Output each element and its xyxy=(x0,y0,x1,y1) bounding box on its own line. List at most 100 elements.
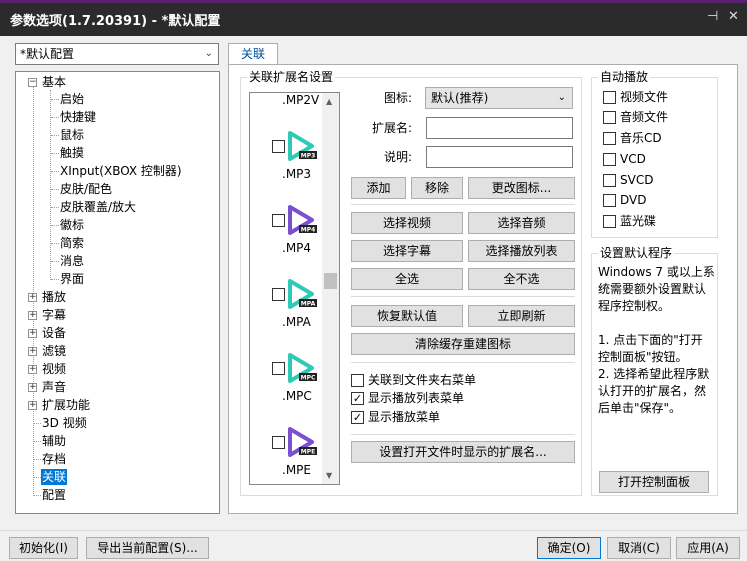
ext-checkbox[interactable] xyxy=(272,288,285,301)
ext-checkbox[interactable] xyxy=(272,436,285,449)
ext-badge: MP3 xyxy=(301,153,316,160)
expand-icon[interactable]: + xyxy=(28,383,37,392)
tree-item-label: 皮肤覆盖/放大 xyxy=(60,200,137,214)
add-button[interactable]: 添加 xyxy=(351,177,406,199)
checkbox-box[interactable] xyxy=(603,215,616,228)
icon-select[interactable]: 默认(推荐) ⌄ xyxy=(425,87,573,109)
ext-item[interactable]: MP3 .MP3 xyxy=(250,93,324,181)
ext-item[interactable]: MP4 .MP4 xyxy=(250,167,324,255)
select-all-button[interactable]: 全选 xyxy=(351,268,463,290)
select-video-button[interactable]: 选择视频 xyxy=(351,212,463,234)
description-line: 认打开的扩展名，然 xyxy=(598,384,707,398)
ext-item[interactable]: MPC .MPC xyxy=(250,315,324,403)
expand-icon[interactable]: + xyxy=(28,347,37,356)
select-playlist-button[interactable]: 选择播放列表 xyxy=(468,240,575,262)
select-none-button[interactable]: 全不选 xyxy=(468,268,575,290)
remove-button[interactable]: 移除 xyxy=(411,177,463,199)
refresh-now-button[interactable]: 立即刷新 xyxy=(468,305,575,327)
checkbox-box[interactable] xyxy=(603,132,616,145)
close-icon[interactable]: ✕ xyxy=(728,9,739,24)
extension-list[interactable]: .MP2V MP3 .MP3 MP4 .MP4 MPA .MPA MPC .MP… xyxy=(249,92,340,485)
window-title: 参数选项(1.7.20391) - *默认配置 xyxy=(10,14,221,29)
checkbox-box[interactable] xyxy=(603,174,616,187)
settings-tree[interactable]: − 基本 启始 快捷键 鼠标 触摸 XInput(XBOX 控制器) 皮肤/配色… xyxy=(15,71,220,514)
extension-list-scrollbar[interactable]: ▲ ▼ xyxy=(322,93,339,484)
ext-item[interactable]: MPE .MPE xyxy=(250,389,324,477)
autoplay-group-title: 自动播放 xyxy=(598,69,651,85)
tree-item-label: 关联 xyxy=(41,469,68,485)
title-bar: 参数选项(1.7.20391) - *默认配置 ⊣ ✕ xyxy=(0,0,747,36)
expand-icon[interactable]: + xyxy=(28,329,37,338)
tab-association[interactable]: 关联 xyxy=(228,43,278,65)
checkbox-box[interactable] xyxy=(603,153,616,166)
tree-item-label: 配置 xyxy=(42,488,67,502)
play-file-icon: MPA xyxy=(288,279,317,309)
checkbox-box[interactable] xyxy=(603,91,616,104)
export-config-button[interactable]: 导出当前配置(S)... xyxy=(86,537,209,559)
clear-cache-button[interactable]: 清除缓存重建图标 xyxy=(351,333,575,355)
description-line: 1. 点击下面的"打开 xyxy=(598,333,703,347)
tree-guide-line xyxy=(33,87,34,494)
scroll-up-icon[interactable]: ▲ xyxy=(326,97,332,106)
open-control-panel-button[interactable]: 打开控制面板 xyxy=(599,471,709,493)
open-ext-settings-button[interactable]: 设置打开文件时显示的扩展名... xyxy=(351,441,575,463)
init-button[interactable]: 初始化(I) xyxy=(9,537,78,559)
tree-item-label: 界面 xyxy=(60,272,85,286)
chevron-down-icon: ⌄ xyxy=(204,48,213,59)
ext-badge: MPC xyxy=(301,375,316,382)
expand-icon[interactable]: + xyxy=(28,365,37,374)
checkmark-icon[interactable]: ✓ xyxy=(351,392,364,405)
chevron-down-icon: ⌄ xyxy=(557,92,566,103)
tree-node-label: 设备 xyxy=(42,326,67,340)
tree-item-label: 辅助 xyxy=(42,434,67,448)
pin-icon[interactable]: ⊣ xyxy=(707,9,718,24)
tree-connector xyxy=(51,243,59,244)
expand-icon[interactable]: + xyxy=(28,311,37,320)
cancel-button[interactable]: 取消(C) xyxy=(607,537,671,559)
checkbox-box[interactable] xyxy=(603,194,616,207)
expand-icon[interactable]: + xyxy=(28,293,37,302)
ext-item[interactable]: MPA .MPA xyxy=(250,241,324,329)
ok-button[interactable]: 确定(O) xyxy=(537,537,601,559)
tree-node-label: 声音 xyxy=(42,380,67,394)
tree-item-label: 存档 xyxy=(42,452,67,466)
checkbox-box[interactable] xyxy=(603,111,616,124)
select-audio-button[interactable]: 选择音频 xyxy=(468,212,575,234)
change-icon-button[interactable]: 更改图标... xyxy=(468,177,575,199)
tree-connector xyxy=(51,207,59,208)
tree-connector xyxy=(51,189,59,190)
ext-checkbox[interactable] xyxy=(272,140,285,153)
expand-icon[interactable]: + xyxy=(28,401,37,410)
tree-connector xyxy=(51,153,59,154)
separator xyxy=(351,362,575,363)
ext-checkbox[interactable] xyxy=(272,214,285,227)
ext-name-field[interactable] xyxy=(426,117,573,139)
tree-connector xyxy=(51,171,59,172)
ext-checkbox[interactable] xyxy=(272,362,285,375)
tree-item-label: 鼠标 xyxy=(60,128,85,142)
tree-connector xyxy=(51,261,59,262)
scroll-thumb[interactable] xyxy=(324,273,337,289)
scroll-down-icon[interactable]: ▼ xyxy=(326,471,332,480)
checkbox-label: 蓝光碟 xyxy=(620,214,657,228)
apply-button[interactable]: 应用(A) xyxy=(676,537,740,559)
tree-node-label: 滤镜 xyxy=(42,344,67,358)
title-accent-strip xyxy=(0,0,747,3)
description-line: 2. 选择希望此程序默 xyxy=(598,367,710,381)
tree-node-label: 基本 xyxy=(42,75,67,89)
description-line: 统需要额外设置默认 xyxy=(598,282,707,296)
tree-connector xyxy=(33,495,41,496)
checkbox-box[interactable] xyxy=(351,374,364,387)
select-subtitle-button[interactable]: 选择字幕 xyxy=(351,240,463,262)
restore-default-button[interactable]: 恢复默认值 xyxy=(351,305,463,327)
tree-item-label: 皮肤/配色 xyxy=(60,182,113,196)
ext-badge: MP4 xyxy=(301,227,316,234)
description-field[interactable] xyxy=(426,146,573,168)
profile-select[interactable]: *默认配置 ⌄ xyxy=(15,43,219,65)
description-line: 程序控制权。 xyxy=(598,299,671,313)
checkbox-label: 显示播放列表菜单 xyxy=(368,391,465,405)
play-file-icon: MP4 xyxy=(288,205,317,235)
tree-node-label: 视频 xyxy=(42,362,67,376)
checkmark-icon[interactable]: ✓ xyxy=(351,411,364,424)
collapse-icon[interactable]: − xyxy=(28,78,37,87)
